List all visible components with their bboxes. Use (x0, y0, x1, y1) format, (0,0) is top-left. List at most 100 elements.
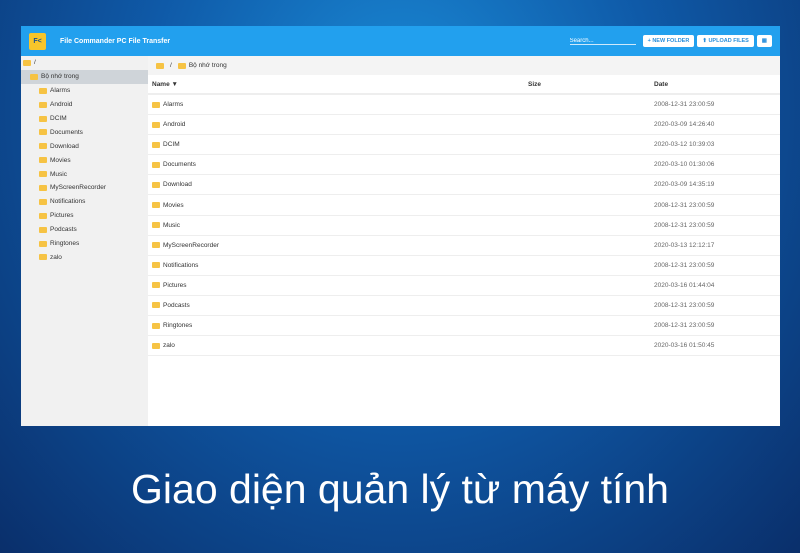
tree-label: Documents (50, 128, 83, 136)
tree-item[interactable]: Ringtones (21, 237, 148, 251)
tree-item[interactable]: Podcasts (21, 223, 148, 237)
table-header: Name ▼ Size Date (148, 75, 780, 95)
folder-icon (152, 342, 160, 349)
file-name: zalo (163, 342, 175, 350)
file-name: MyScreenRecorder (163, 241, 219, 249)
tree-label: Android (50, 101, 73, 109)
grid-icon: ▦ (761, 38, 767, 44)
table-row[interactable]: Notifications 2008-12-31 23:00:59 (148, 256, 780, 276)
folder-icon (152, 222, 160, 229)
tree-label: MyScreenRecorder (50, 184, 106, 192)
date-column-header[interactable]: Date (654, 81, 668, 88)
folder-icon (39, 101, 47, 108)
tree-item[interactable]: MyScreenRecorder (21, 181, 148, 195)
tree-label: / (34, 59, 36, 67)
upload-files-button[interactable]: ⬆ UPLOAD FILES (697, 35, 754, 47)
tree-label: DCIM (50, 115, 67, 122)
file-date: 2020-03-13 12:12:17 (654, 241, 715, 249)
tree-label: Movies (50, 156, 71, 164)
file-date: 2020-03-16 01:44:04 (654, 281, 715, 289)
table-row[interactable]: Android 2020-03-09 14:26:40 (148, 115, 780, 136)
folder-icon (39, 184, 47, 191)
table-row[interactable]: Movies 2008-12-31 23:00:59 (148, 195, 780, 216)
tree-item[interactable]: Alarms (21, 84, 148, 98)
folder-icon (177, 62, 186, 69)
tree-item[interactable]: zalo (21, 250, 148, 264)
tree-label: Notifications (50, 198, 86, 206)
tree-label: Alarms (50, 87, 71, 95)
tree-label: Ringtones (50, 240, 80, 248)
tree-root[interactable]: / (21, 56, 148, 70)
file-name: Android (163, 121, 186, 129)
folder-icon (39, 87, 47, 94)
file-date: 2008-12-31 23:00:59 (654, 261, 715, 269)
folder-icon (39, 129, 47, 136)
table-row[interactable]: DCIM 2020-03-12 10:39:03 (148, 135, 780, 156)
table-row[interactable]: Documents 2020-03-10 01:30:06 (148, 155, 780, 176)
tree-label: Download (50, 142, 79, 150)
file-name: Pictures (163, 281, 187, 289)
table-row[interactable]: Ringtones 2008-12-31 23:00:59 (148, 316, 780, 337)
app-window: F< File Commander PC File Transfer + NEW… (21, 26, 780, 426)
file-name: Notifications (163, 261, 199, 269)
file-date: 2008-12-31 23:00:59 (654, 301, 715, 309)
new-folder-button[interactable]: + NEW FOLDER (642, 35, 695, 47)
table-row[interactable]: Download 2020-03-09 14:35:19 (148, 175, 780, 196)
folder-icon (152, 242, 160, 249)
folder-icon (152, 262, 160, 269)
table-row[interactable]: Alarms 2008-12-31 23:00:59 (148, 95, 780, 116)
folder-icon (39, 198, 47, 205)
name-column-header[interactable]: Name ▼ (148, 81, 528, 88)
caption: Giao diện quản lý từ máy tính (131, 466, 669, 512)
tree-item[interactable]: DCIM (21, 112, 148, 126)
file-name: Download (163, 181, 192, 189)
folder-icon (152, 322, 160, 329)
folder-icon (152, 141, 160, 148)
folder-icon (23, 59, 31, 66)
tree-label: Podcasts (50, 226, 77, 234)
app-logo: F< (29, 32, 46, 50)
table-row[interactable]: Music 2008-12-31 23:00:59 (148, 216, 780, 236)
folder-icon (152, 302, 160, 309)
file-name: Ringtones (163, 322, 193, 330)
folder-icon (30, 73, 38, 80)
folder-icon (39, 226, 47, 233)
file-date: 2008-12-31 23:00:59 (654, 201, 715, 209)
tree-item[interactable]: Download (21, 139, 148, 153)
grid-view-button[interactable]: ▦ (756, 35, 772, 47)
app-header: F< File Commander PC File Transfer + NEW… (21, 26, 780, 56)
file-date: 2008-12-31 23:00:59 (654, 101, 715, 109)
tree-label: Pictures (50, 212, 74, 220)
file-name: Alarms (163, 101, 184, 109)
tree-item[interactable]: Android (21, 98, 148, 112)
tree-item[interactable]: Documents (21, 125, 148, 139)
folder-icon (39, 157, 47, 164)
folder-icon (39, 143, 47, 150)
folder-icon (156, 62, 164, 69)
breadcrumb-current[interactable]: Bộ nhớ trong (189, 62, 227, 69)
tree-item[interactable]: Movies (21, 153, 148, 167)
tree-item[interactable]: Music (21, 167, 148, 181)
breadcrumb: / Bộ nhớ trong (148, 56, 780, 75)
size-column-header[interactable]: Size (528, 81, 654, 88)
table-row[interactable]: zalo 2020-03-16 01:50:45 (148, 336, 780, 357)
tree-item[interactable]: Notifications (21, 195, 148, 209)
folder-icon (39, 254, 47, 261)
app-title: File Commander PC File Transfer (60, 37, 171, 45)
file-name: Music (163, 221, 180, 229)
breadcrumb-root[interactable]: / (170, 62, 172, 69)
table-row[interactable]: Pictures 2020-03-16 01:44:04 (148, 276, 780, 296)
file-name: DCIM (163, 141, 180, 149)
folder-icon (152, 181, 160, 188)
folder-icon (39, 212, 47, 219)
search-input[interactable] (569, 37, 636, 45)
folder-tree: / Bộ nhớ trong Alarms Android DCIM Document… (21, 56, 148, 426)
file-date: 2020-03-10 01:30:06 (654, 161, 715, 169)
folder-icon (39, 115, 47, 122)
file-name: Documents (163, 161, 196, 169)
tree-item[interactable]: Pictures (21, 209, 148, 223)
file-date: 2020-03-09 14:35:19 (654, 181, 715, 189)
table-row[interactable]: Podcasts 2008-12-31 23:00:59 (148, 296, 780, 317)
tree-storage[interactable]: Bộ nhớ trong (21, 69, 148, 84)
table-row[interactable]: MyScreenRecorder 2020-03-13 12:12:17 (148, 236, 780, 256)
